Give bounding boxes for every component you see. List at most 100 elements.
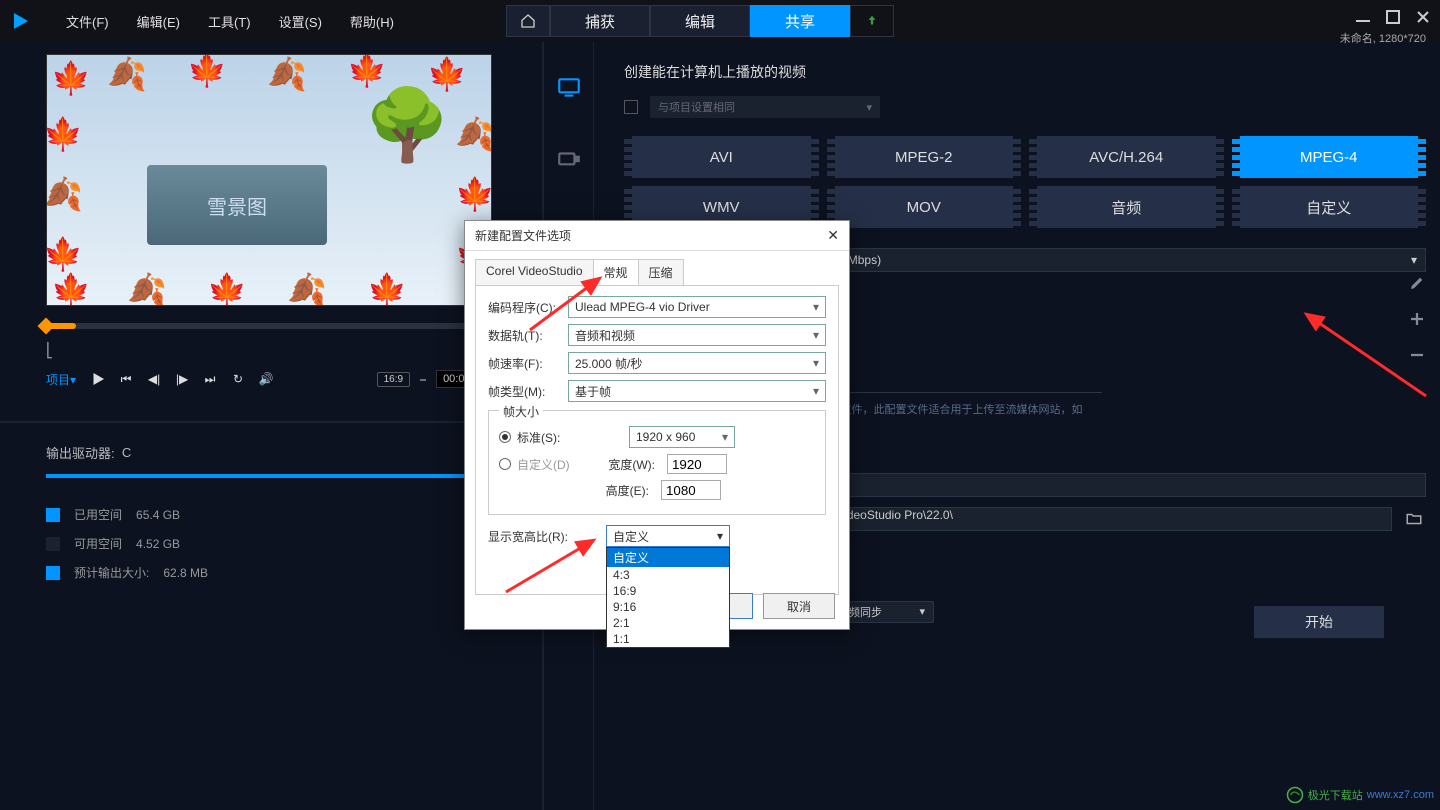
new-profile-dialog: 新建配置文件选项 ✕ Corel VideoStudio 常规 压缩 编码程序(… bbox=[464, 220, 850, 630]
nav-upload[interactable] bbox=[850, 5, 894, 37]
profile-tools bbox=[1408, 274, 1426, 364]
add-profile-icon[interactable] bbox=[1408, 310, 1426, 328]
track-select[interactable]: 音频和视频▾ bbox=[568, 324, 826, 346]
same-settings-row: 与项目设置相同▾ bbox=[624, 96, 1426, 118]
repeat-button[interactable]: ↻ bbox=[226, 367, 250, 391]
aspect-opt-1-1[interactable]: 1:1 bbox=[607, 631, 729, 647]
free-label: 可用空间 bbox=[74, 535, 122, 552]
nav-capture[interactable]: 捕获 bbox=[550, 5, 650, 37]
framerate-select[interactable]: 25.000 帧/秒▾ bbox=[568, 352, 826, 374]
format-avi[interactable]: AVI bbox=[624, 136, 819, 178]
format-row-1: AVI MPEG-2 AVC/H.264 MPEG-4 bbox=[624, 136, 1426, 178]
framesize-group: 帧大小 标准(S): 1920 x 960▾ 自定义(D) 宽度(W): 高度(… bbox=[488, 410, 826, 515]
menu-edit[interactable]: 编辑(E) bbox=[123, 12, 194, 31]
browse-folder-icon[interactable] bbox=[1402, 507, 1426, 531]
goto-start-button[interactable]: ⏮ bbox=[114, 367, 138, 391]
dialog-title: 新建配置文件选项 bbox=[475, 227, 571, 244]
nav-home[interactable] bbox=[506, 5, 550, 37]
nav-share[interactable]: 共享 bbox=[750, 5, 850, 37]
format-mpeg4[interactable]: MPEG-4 bbox=[1232, 136, 1427, 178]
menu-tools[interactable]: 工具(T) bbox=[194, 12, 265, 31]
dialog-body: 编码程序(C):Ulead MPEG-4 vio Driver▾ 数据轨(T):… bbox=[475, 285, 839, 595]
dialog-titlebar: 新建配置文件选项 ✕ bbox=[465, 221, 849, 251]
framerate-label: 帧速率(F): bbox=[488, 355, 568, 372]
same-settings-dropdown[interactable]: 与项目设置相同▾ bbox=[650, 96, 880, 118]
format-custom[interactable]: 自定义 bbox=[1232, 186, 1427, 228]
aspect-opt-4-3[interactable]: 4:3 bbox=[607, 567, 729, 583]
volume-button[interactable]: 🔊 bbox=[254, 367, 278, 391]
encoder-select[interactable]: Ulead MPEG-4 vio Driver▾ bbox=[568, 296, 826, 318]
goto-end-button[interactable]: ⏭ bbox=[198, 367, 222, 391]
device-icon[interactable] bbox=[553, 144, 585, 176]
maximize-icon[interactable] bbox=[1386, 10, 1400, 24]
aspect-options-list: 自定义 4:3 16:9 9:16 2:1 1:1 bbox=[606, 547, 730, 648]
height-label: 高度(E): bbox=[589, 482, 649, 499]
std-radio[interactable] bbox=[499, 431, 511, 443]
est-value: 62.8 MB bbox=[163, 566, 208, 580]
format-mpeg2[interactable]: MPEG-2 bbox=[827, 136, 1022, 178]
dialog-close-icon[interactable]: ✕ bbox=[827, 227, 839, 244]
custom-radio[interactable] bbox=[499, 458, 511, 470]
watermark-icon bbox=[1286, 786, 1304, 804]
menu-help[interactable]: 帮助(H) bbox=[336, 12, 408, 31]
menu-settings[interactable]: 设置(S) bbox=[265, 12, 336, 31]
tab-general[interactable]: 常规 bbox=[593, 259, 639, 285]
computer-icon[interactable] bbox=[553, 72, 585, 104]
nav-tabs: 捕获 编辑 共享 bbox=[506, 0, 894, 42]
aspect-opt-16-9[interactable]: 16:9 bbox=[607, 583, 729, 599]
aspect-opt-custom[interactable]: 自定义 bbox=[607, 548, 729, 567]
aspect-opt-2-1[interactable]: 2:1 bbox=[607, 615, 729, 631]
format-mov[interactable]: MOV bbox=[827, 186, 1022, 228]
prev-frame-button[interactable]: ◀| bbox=[142, 367, 166, 391]
encoder-label: 编码程序(C): bbox=[488, 299, 568, 316]
loop-markers: ⎣⎦ bbox=[46, 342, 496, 359]
same-settings-checkbox[interactable] bbox=[624, 100, 638, 114]
watermark: 极光下载站 www.xz7.com bbox=[1286, 786, 1434, 804]
timeline[interactable] bbox=[46, 316, 496, 336]
output-driver-value: C bbox=[122, 445, 131, 460]
close-icon[interactable] bbox=[1416, 10, 1430, 24]
aspect-opt-9-16[interactable]: 9:16 bbox=[607, 599, 729, 615]
tab-corel[interactable]: Corel VideoStudio bbox=[475, 259, 594, 285]
cancel-button[interactable]: 取消 bbox=[763, 593, 835, 619]
play-button[interactable] bbox=[86, 367, 110, 391]
output-driver-label: 输出驱动器: bbox=[46, 443, 115, 462]
window-controls bbox=[1356, 10, 1430, 24]
minimize-icon[interactable] bbox=[1356, 10, 1370, 24]
format-audio[interactable]: 音频 bbox=[1029, 186, 1224, 228]
height-input[interactable] bbox=[661, 480, 721, 500]
used-swatch bbox=[46, 508, 60, 522]
tree-icon: 🌳 bbox=[364, 85, 451, 167]
width-label: 宽度(W): bbox=[595, 456, 655, 473]
width-input[interactable] bbox=[667, 454, 727, 474]
play-icon bbox=[89, 370, 107, 388]
preview-caption: 雪景图 bbox=[147, 165, 327, 245]
nav-edit[interactable]: 编辑 bbox=[650, 5, 750, 37]
est-label: 预计输出大小: bbox=[74, 564, 149, 581]
aspect-ratio-badge[interactable]: 16:9 bbox=[377, 372, 410, 387]
next-frame-button[interactable]: |▶ bbox=[170, 367, 194, 391]
home-icon bbox=[520, 13, 536, 29]
tab-compress[interactable]: 压缩 bbox=[638, 259, 684, 285]
used-value: 65.4 GB bbox=[136, 508, 180, 522]
framesize-title: 帧大小 bbox=[499, 403, 543, 420]
status-text: 未命名, 1280*720 bbox=[1340, 30, 1426, 46]
remove-profile-icon[interactable] bbox=[1408, 346, 1426, 364]
playback-controls: 项目▾ ⏮ ◀| |▶ ⏭ ↻ 🔊 16:9 ⎯ 00:00 ⛶ bbox=[46, 367, 496, 391]
std-size-select[interactable]: 1920 x 960▾ bbox=[629, 426, 735, 448]
preview-area: 🍁🍂🍁🍂🍁🍁 🍁🍂🍁 🍂🍁🍁 🍁🍂🍁🍂🍁 🌳 雪景图 bbox=[0, 42, 542, 306]
start-button[interactable]: 开始 bbox=[1254, 606, 1384, 638]
app-logo bbox=[8, 9, 32, 33]
track-label: 数据轨(T): bbox=[488, 327, 568, 344]
disk-progress bbox=[46, 474, 506, 478]
split-icon[interactable]: ⎯ bbox=[420, 372, 426, 387]
upload-icon bbox=[865, 14, 879, 28]
free-swatch bbox=[46, 537, 60, 551]
menu-file[interactable]: 文件(F) bbox=[52, 12, 123, 31]
frametype-select[interactable]: 基于帧▾ bbox=[568, 380, 826, 402]
aspect-select[interactable]: 自定义▾ bbox=[606, 525, 730, 547]
format-avc[interactable]: AVC/H.264 bbox=[1029, 136, 1224, 178]
edit-profile-icon[interactable] bbox=[1408, 274, 1426, 292]
est-swatch bbox=[46, 566, 60, 580]
std-label: 标准(S): bbox=[517, 429, 589, 446]
